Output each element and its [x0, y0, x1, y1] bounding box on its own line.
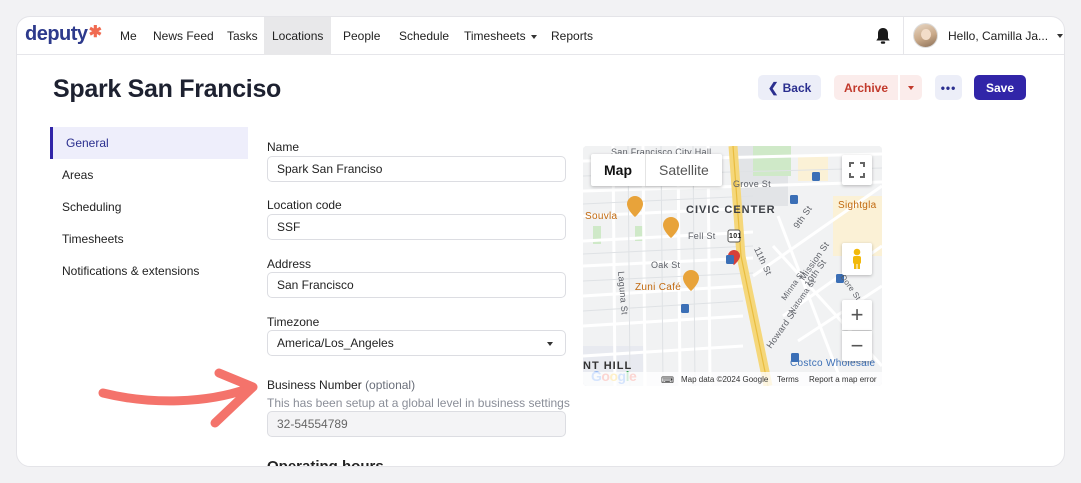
name-field[interactable]: Spark San Franciso: [267, 156, 566, 182]
user-avatar[interactable]: [913, 23, 938, 48]
caret-down-icon: [547, 342, 553, 346]
top-nav: deputy ✱ Me News Feed Tasks Locations Peo…: [17, 17, 1064, 55]
more-options-button[interactable]: •••: [935, 75, 962, 100]
chevron-left-icon: ❮: [767, 79, 779, 95]
business-number-label-text: Business Number: [267, 378, 362, 392]
zoom-out-button[interactable]: −: [842, 331, 872, 361]
nav-item-schedule[interactable]: Schedule: [391, 17, 457, 55]
bell-icon[interactable]: [875, 27, 891, 45]
back-button[interactable]: ❮ Back: [758, 75, 821, 100]
tab-map[interactable]: Map: [591, 154, 645, 186]
annotation-arrow-icon: [98, 368, 258, 428]
business-number-hint: This has been setup at a global level in…: [267, 396, 570, 410]
archive-button[interactable]: Archive: [834, 75, 898, 100]
zoom-in-button[interactable]: +: [842, 300, 872, 330]
map-label-oak: Oak St: [651, 260, 681, 270]
location-map[interactable]: San Francisco City Hall CIVIC CENTER Gro…: [583, 146, 882, 386]
deputy-logo[interactable]: deputy ✱: [25, 23, 102, 46]
nav-item-people[interactable]: People: [335, 17, 388, 55]
archive-dropdown-button[interactable]: [900, 75, 922, 100]
nav-item-locations[interactable]: Locations: [264, 17, 331, 55]
caret-down-icon: [908, 85, 914, 90]
page-title: Spark San Franciso: [53, 75, 282, 103]
fullscreen-button[interactable]: [842, 155, 872, 185]
nav-item-me[interactable]: Me: [112, 17, 145, 55]
user-greeting[interactable]: Hello, Camilla Ja...: [948, 17, 1048, 55]
timezone-select[interactable]: America/Los_Angeles: [267, 330, 566, 356]
name-label: Name: [267, 140, 300, 154]
pegman-icon: [853, 248, 861, 269]
location-code-label: Location code: [267, 198, 342, 212]
nav-timesheets-label: Timesheets: [464, 29, 526, 43]
map-label-fell: Fell St: [688, 231, 716, 241]
map-terms-link[interactable]: Terms: [777, 375, 799, 384]
street-view-button[interactable]: [842, 243, 872, 275]
map-type-toggle: Map Satellite: [591, 154, 722, 186]
timezone-label: Timezone: [267, 315, 320, 329]
map-label-hwy-101: 101: [729, 233, 742, 240]
location-code-field[interactable]: SSF: [267, 214, 566, 240]
business-number-field: 32-54554789: [267, 411, 566, 437]
map-label-civic-center: CIVIC CENTER: [686, 204, 776, 216]
nav-item-news-feed[interactable]: News Feed: [145, 17, 222, 55]
optional-tag: (optional): [365, 378, 416, 392]
nav-divider: [903, 17, 904, 55]
address-label: Address: [267, 257, 312, 271]
map-label-grove: Grove St: [733, 179, 771, 189]
nav-item-timesheets[interactable]: Timesheets: [456, 17, 545, 55]
map-footer: ⌨ Map data ©2024 Google Terms Report a m…: [583, 372, 882, 386]
back-label: Back: [782, 80, 812, 95]
sidebar-item-areas[interactable]: Areas: [50, 159, 248, 191]
fullscreen-icon: [849, 162, 865, 178]
sidebar-item-general[interactable]: General: [50, 127, 248, 159]
logo-star-icon: ✱: [88, 23, 102, 41]
sidebar-item-notifications[interactable]: Notifications & extensions: [50, 255, 248, 287]
map-data-attribution: Map data ©2024 Google: [681, 375, 769, 384]
map-label-zuni: Zuni Café: [635, 282, 682, 293]
tab-satellite[interactable]: Satellite: [645, 154, 722, 186]
sidebar-item-scheduling[interactable]: Scheduling: [50, 191, 248, 223]
nav-item-tasks[interactable]: Tasks: [219, 17, 266, 55]
save-button[interactable]: Save: [974, 75, 1026, 100]
timezone-value: America/Los_Angeles: [277, 336, 394, 350]
map-label-souvla: Souvla: [585, 211, 618, 222]
map-label-sightglass: Sightgla: [838, 200, 877, 211]
sidebar-item-timesheets[interactable]: Timesheets: [50, 223, 248, 255]
address-field[interactable]: San Francisco: [267, 272, 566, 298]
keyboard-icon[interactable]: ⌨: [661, 375, 674, 386]
map-report-error-link[interactable]: Report a map error: [809, 375, 877, 384]
business-number-label: Business Number (optional): [267, 378, 415, 392]
operating-hours-heading: Operating hours: [267, 458, 384, 467]
caret-down-icon: [530, 34, 537, 39]
app-window: deputy ✱ Me News Feed Tasks Locations Peo…: [16, 16, 1065, 467]
user-menu-caret-icon[interactable]: [1057, 34, 1063, 38]
nav-item-reports[interactable]: Reports: [543, 17, 601, 55]
logo-text: deputy: [25, 23, 88, 45]
